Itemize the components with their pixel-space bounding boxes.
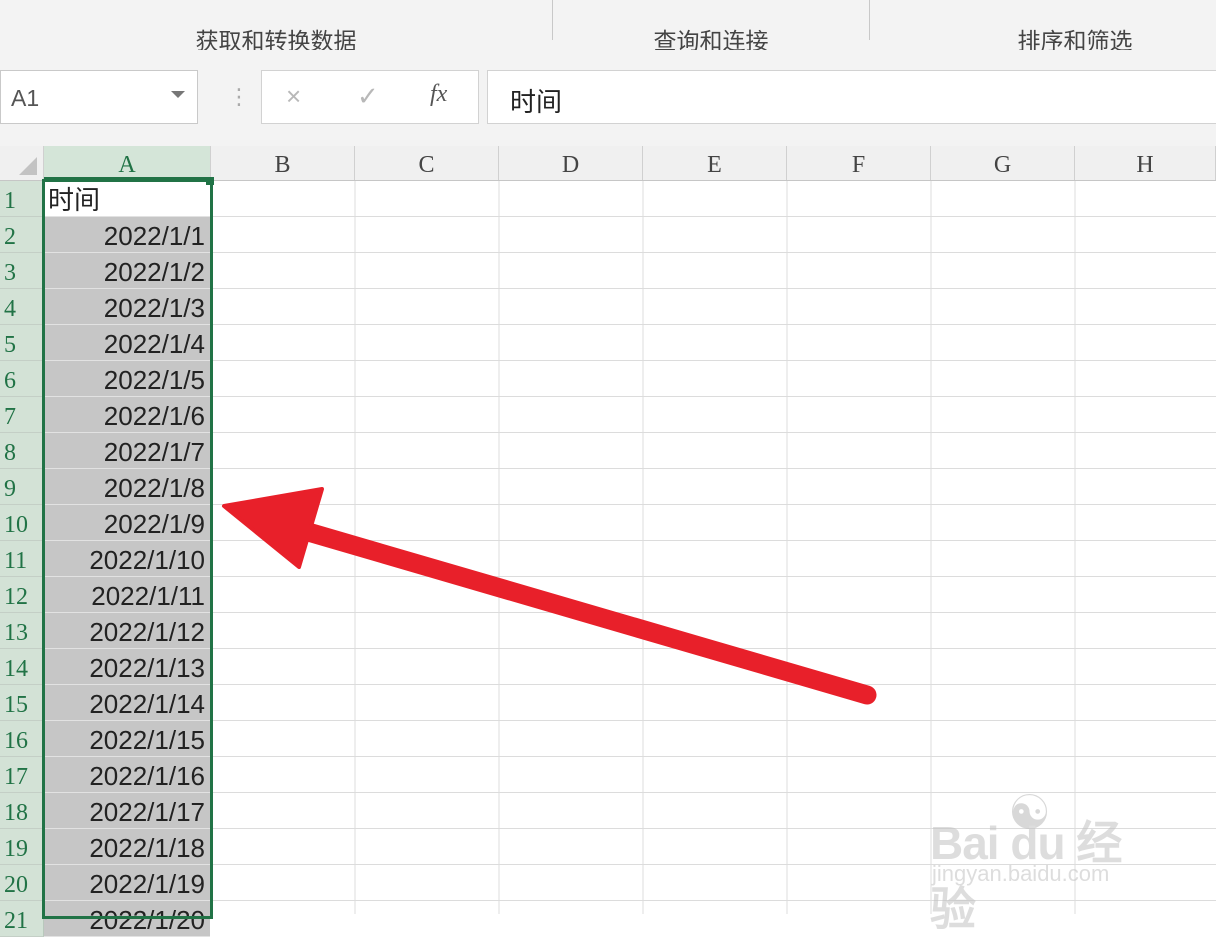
date-cell[interactable]: 2022/1/18 bbox=[44, 829, 210, 865]
formula-input[interactable]: 时间 bbox=[487, 70, 1216, 124]
name-box-value: A1 bbox=[11, 85, 40, 111]
date-cell[interactable]: 2022/1/13 bbox=[44, 649, 210, 685]
date-cell[interactable]: 2022/1/5 bbox=[44, 361, 210, 397]
date-cell[interactable]: 2022/1/7 bbox=[44, 433, 210, 469]
select-all-icon bbox=[19, 157, 37, 175]
row-header[interactable]: 7 bbox=[0, 397, 44, 433]
date-cell[interactable]: 2022/1/6 bbox=[44, 397, 210, 433]
column-header-c[interactable]: C bbox=[355, 146, 499, 180]
row-header[interactable]: 12 bbox=[0, 577, 44, 613]
row-header[interactable]: 1 bbox=[0, 181, 44, 217]
row-header[interactable]: 11 bbox=[0, 541, 44, 577]
column-header-f[interactable]: F bbox=[787, 146, 931, 180]
date-cell[interactable]: 2022/1/19 bbox=[44, 865, 210, 901]
column-header-h[interactable]: H bbox=[1075, 146, 1216, 180]
row-header[interactable]: 21 bbox=[0, 901, 44, 937]
date-cell[interactable]: 2022/1/4 bbox=[44, 325, 210, 361]
name-box[interactable]: A1 bbox=[0, 70, 198, 124]
date-cell[interactable]: 2022/1/20 bbox=[44, 901, 210, 937]
grip-icon[interactable]: ⋮ bbox=[228, 86, 250, 108]
row-header[interactable]: 6 bbox=[0, 361, 44, 397]
formula-bar: A1 ⋮ × ✓ fx 时间 bbox=[0, 50, 1216, 147]
select-all-button[interactable] bbox=[0, 146, 44, 180]
row-header[interactable]: 16 bbox=[0, 721, 44, 757]
row-header[interactable]: 14 bbox=[0, 649, 44, 685]
date-cell[interactable]: 2022/1/8 bbox=[44, 469, 210, 505]
formula-value: 时间 bbox=[510, 87, 563, 117]
chevron-down-icon[interactable] bbox=[171, 91, 185, 98]
cell-a1[interactable]: 时间 bbox=[44, 181, 210, 217]
date-cell[interactable]: 2022/1/17 bbox=[44, 793, 210, 829]
cancel-icon[interactable]: × bbox=[286, 81, 301, 112]
enter-icon[interactable]: ✓ bbox=[357, 81, 379, 112]
fill-handle[interactable] bbox=[206, 177, 214, 185]
date-cell[interactable]: 2022/1/12 bbox=[44, 613, 210, 649]
row-header[interactable]: 5 bbox=[0, 325, 44, 361]
watermark-url: jingyan.baidu.com bbox=[932, 861, 1110, 886]
date-cell[interactable]: 2022/1/1 bbox=[44, 217, 210, 253]
date-cell[interactable]: 2022/1/16 bbox=[44, 757, 210, 793]
date-cell[interactable]: 2022/1/2 bbox=[44, 253, 210, 289]
column-header-b[interactable]: B bbox=[211, 146, 355, 180]
column-header-g[interactable]: G bbox=[931, 146, 1075, 180]
column-headers: A B C D E F G H bbox=[0, 146, 1216, 181]
baidu-jingyan-watermark: ☯ Bai du 经验 jingyan.baidu.com bbox=[930, 785, 1160, 935]
row-header[interactable]: 15 bbox=[0, 685, 44, 721]
row-header[interactable]: 4 bbox=[0, 289, 44, 325]
insert-function-button[interactable]: fx bbox=[430, 81, 447, 108]
row-header[interactable]: 10 bbox=[0, 505, 44, 541]
row-header[interactable]: 19 bbox=[0, 829, 44, 865]
column-header-a[interactable]: A bbox=[44, 146, 211, 180]
column-header-d[interactable]: D bbox=[499, 146, 643, 180]
row-header[interactable]: 17 bbox=[0, 757, 44, 793]
date-cell[interactable]: 2022/1/9 bbox=[44, 505, 210, 541]
row-header[interactable]: 18 bbox=[0, 793, 44, 829]
date-cell[interactable]: 2022/1/3 bbox=[44, 289, 210, 325]
ribbon-group-queries-connections: 查询和连接 bbox=[553, 8, 869, 54]
ribbon-group-sort-filter: 排序和筛选 bbox=[870, 8, 1216, 54]
date-cell[interactable]: 2022/1/15 bbox=[44, 721, 210, 757]
row-header[interactable]: 2 bbox=[0, 217, 44, 253]
row-header[interactable]: 13 bbox=[0, 613, 44, 649]
row-header[interactable]: 3 bbox=[0, 253, 44, 289]
date-cell[interactable]: 2022/1/10 bbox=[44, 541, 210, 577]
row-header[interactable]: 9 bbox=[0, 469, 44, 505]
date-cell[interactable]: 2022/1/14 bbox=[44, 685, 210, 721]
column-header-e[interactable]: E bbox=[643, 146, 787, 180]
row-header[interactable]: 20 bbox=[0, 865, 44, 901]
row-header[interactable]: 8 bbox=[0, 433, 44, 469]
ribbon-group-get-transform: 获取和转换数据 bbox=[0, 8, 552, 54]
formula-buttons: × ✓ fx bbox=[261, 70, 479, 124]
date-cell[interactable]: 2022/1/11 bbox=[44, 577, 210, 613]
ribbon-group-labels: 获取和转换数据 查询和连接 排序和筛选 bbox=[0, 0, 1216, 54]
